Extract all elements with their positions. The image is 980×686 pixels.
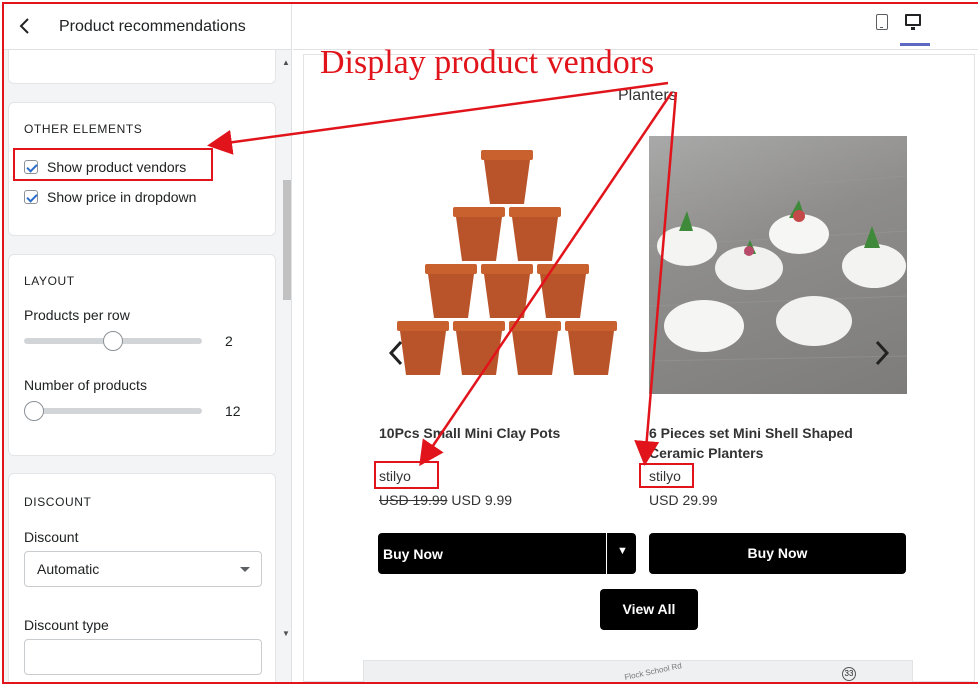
- clay-pots-illustration: [397, 150, 617, 375]
- highlight-box-checkbox: [13, 148, 213, 181]
- product-image-shell-planters[interactable]: [648, 136, 908, 394]
- carousel-prev-icon[interactable]: [388, 340, 404, 373]
- discount-type-select[interactable]: [24, 639, 262, 675]
- discount-select-value: Automatic: [37, 561, 100, 577]
- discount-select[interactable]: Automatic: [24, 551, 262, 587]
- discount-type-label: Discount type: [24, 617, 109, 633]
- product-title[interactable]: 10Pcs Small Mini Clay Pots: [379, 423, 629, 443]
- clay-pot: [453, 207, 505, 261]
- variant-dropdown-icon[interactable]: ▼: [617, 545, 628, 557]
- buy-now-label: Buy Now: [383, 546, 443, 562]
- slider-thumb[interactable]: [103, 331, 123, 351]
- panel-title: Product recommendations: [59, 18, 246, 35]
- shell-planters-illustration: [648, 175, 908, 362]
- collection-title: Planters: [618, 87, 677, 104]
- previous-section-card: [8, 50, 276, 84]
- scroll-down-arrow-icon[interactable]: ▼: [282, 629, 290, 638]
- layout-heading: LAYOUT: [24, 274, 75, 288]
- show-price-checkbox[interactable]: [24, 190, 38, 204]
- clay-pot: [397, 321, 449, 375]
- mobile-icon[interactable]: [876, 14, 888, 30]
- clay-pot: [537, 264, 589, 318]
- number-of-products-slider[interactable]: [24, 401, 202, 421]
- route-badge: 33: [842, 667, 856, 681]
- buy-now-button[interactable]: Buy Now ▼: [378, 533, 636, 574]
- panel-scrollbar[interactable]: ▲ ▼: [280, 54, 291, 644]
- highlight-box-vendor: [374, 461, 439, 489]
- chevron-left-icon[interactable]: [18, 17, 34, 37]
- clay-pot: [425, 264, 477, 318]
- product-title[interactable]: 6 Pieces set Mini Shell Shaped Ceramic P…: [649, 423, 909, 463]
- product-price-row: USD 19.99 USD 9.99: [379, 492, 512, 508]
- other-elements-heading: OTHER ELEMENTS: [24, 122, 143, 136]
- clay-pot: [481, 150, 533, 204]
- discount-label: Discount: [24, 529, 79, 545]
- products-per-row-value: 2: [225, 333, 233, 349]
- carousel-next-icon[interactable]: [874, 340, 890, 373]
- discount-heading: DISCOUNT: [24, 495, 92, 509]
- buy-now-button[interactable]: Buy Now: [649, 533, 906, 574]
- clay-pot: [509, 207, 561, 261]
- map-preview: Flock School Rd 33: [363, 660, 913, 682]
- scrollbar-thumb[interactable]: [283, 180, 291, 300]
- discount-card: DISCOUNT Discount Automatic Discount typ…: [8, 473, 276, 682]
- show-price-label: Show price in dropdown: [47, 189, 197, 205]
- clay-pot: [453, 321, 505, 375]
- desktop-icon[interactable]: [905, 14, 921, 30]
- clay-pot: [509, 321, 561, 375]
- slider-thumb[interactable]: [24, 401, 44, 421]
- product-image-clay-pots[interactable]: [378, 136, 636, 394]
- product-price: USD 29.99: [649, 492, 718, 508]
- view-all-button[interactable]: View All: [600, 589, 698, 630]
- compare-at-price: USD 19.99: [379, 492, 448, 508]
- scroll-up-arrow-icon[interactable]: ▲: [282, 58, 290, 67]
- clay-pot: [565, 321, 617, 375]
- panel-header: Product recommendations: [4, 4, 291, 50]
- sale-price: USD 9.99: [451, 492, 513, 508]
- button-divider: [606, 533, 607, 574]
- show-price-checkbox-row[interactable]: Show price in dropdown: [24, 186, 196, 208]
- clay-pot: [481, 264, 533, 318]
- number-of-products-label: Number of products: [24, 377, 147, 393]
- number-of-products-value: 12: [225, 403, 241, 419]
- annotation-title: Display product vendors: [320, 44, 655, 81]
- active-device-indicator: [900, 43, 930, 46]
- map-road-label: Flock School Rd: [623, 661, 683, 682]
- highlight-box-vendor: [639, 463, 694, 488]
- products-per-row-slider[interactable]: [24, 331, 202, 351]
- products-per-row-label: Products per row: [24, 307, 130, 323]
- settings-panel: Product recommendations OTHER ELEMENTS S…: [4, 4, 292, 682]
- caret-down-icon: [240, 567, 250, 572]
- layout-card: LAYOUT Products per row 2 Number of prod…: [8, 254, 276, 456]
